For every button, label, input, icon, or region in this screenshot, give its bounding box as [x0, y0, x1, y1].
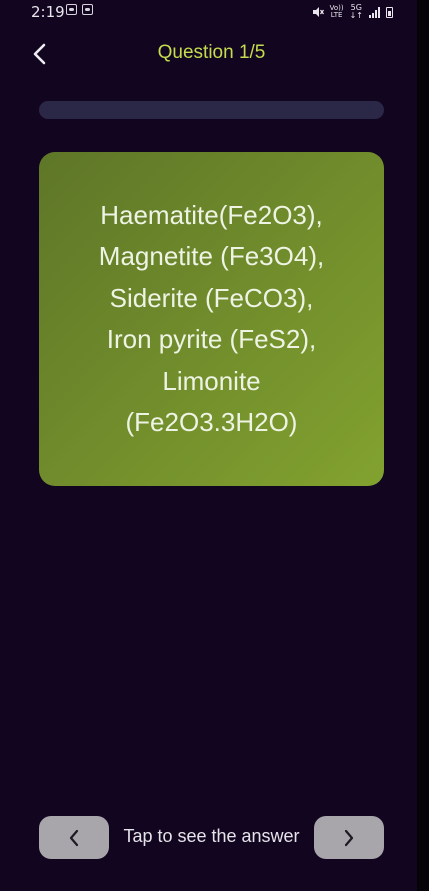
progress-bar — [39, 101, 384, 119]
flashcard-line: Iron pyrite (FeS2), — [106, 324, 317, 354]
flashcard-line: Siderite (FeCO3), — [109, 282, 314, 313]
volte-icon: Vo)) LTE — [330, 5, 344, 19]
net-label-bottom: ↓↑ — [349, 11, 363, 20]
flashcard[interactable]: Haematite(Fe2O3), Magnetite (Fe3O4), Sid… — [39, 152, 384, 486]
status-time: 2:19 — [31, 3, 65, 21]
next-button[interactable] — [314, 816, 384, 859]
scan-icon — [66, 4, 77, 15]
flashcard-line: Limonite — [162, 365, 261, 396]
battery-icon — [386, 6, 393, 18]
status-bar: 2:19 Vo)) LTE 5G ↓↑ — [0, 0, 417, 26]
flashcard-line: Magnetite (Fe3O4), — [98, 241, 325, 271]
tap-to-reveal-hint[interactable]: Tap to see the answer — [109, 826, 314, 847]
status-right-icons: Vo)) LTE 5G ↓↑ — [312, 4, 393, 20]
flashcard-screen: 2:19 Vo)) LTE 5G ↓↑ Question 1/5 Haemati… — [0, 0, 429, 891]
status-left-icons — [66, 4, 93, 15]
scan-icon — [82, 4, 93, 15]
flashcard-line: Haematite(Fe2O3), — [100, 199, 323, 230]
page-title: Question 1/5 — [157, 42, 266, 63]
chevron-left-icon — [69, 829, 79, 846]
mute-icon — [312, 7, 324, 17]
chevron-right-icon — [344, 829, 354, 846]
screen-edge — [417, 0, 429, 891]
volte-label-bottom: LTE — [330, 11, 343, 19]
flashcard-question: Haematite(Fe2O3), Magnetite (Fe3O4), Sid… — [72, 195, 352, 444]
5g-icon: 5G ↓↑ — [350, 4, 363, 20]
flashcard-line: (Fe2O3.3H2O) — [125, 407, 298, 437]
signal-icon — [369, 6, 380, 18]
previous-button[interactable] — [39, 816, 109, 859]
